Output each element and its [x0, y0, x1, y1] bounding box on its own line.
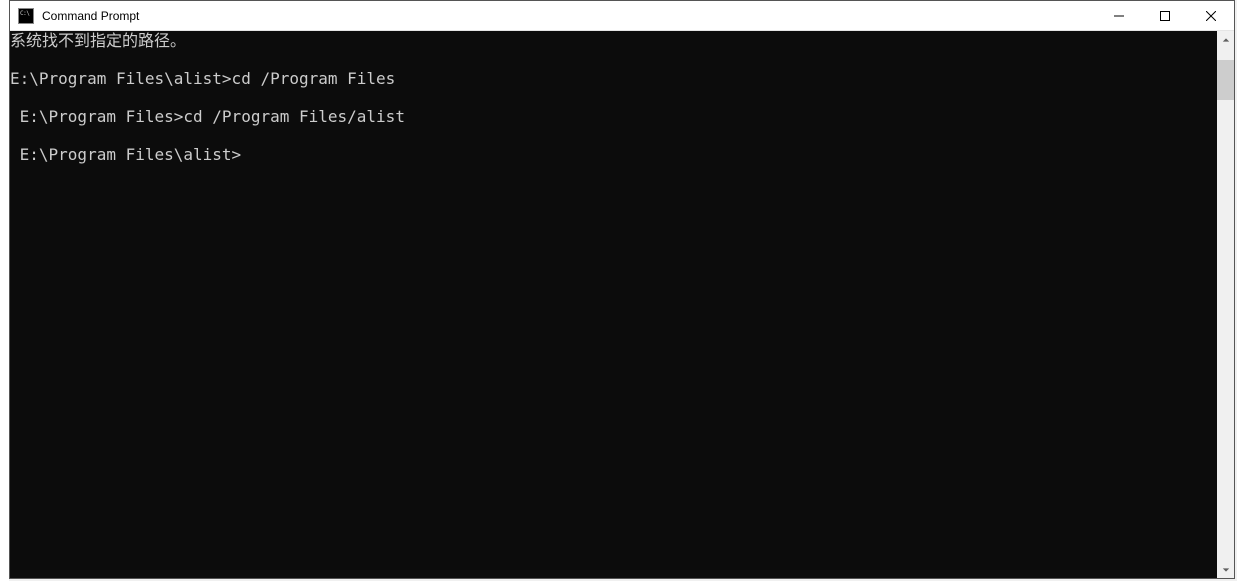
- close-button[interactable]: [1188, 1, 1234, 30]
- window-title: Command Prompt: [40, 9, 1096, 23]
- command-prompt-window: Command Prompt 系统找不到指定的路径。 E:\Program Fi…: [9, 0, 1235, 579]
- terminal-output[interactable]: 系统找不到指定的路径。 E:\Program Files\alist>cd /P…: [10, 31, 1217, 578]
- terminal-line: [10, 50, 1217, 69]
- terminal-line: [10, 126, 1217, 145]
- scroll-up-arrow-icon[interactable]: [1217, 31, 1234, 48]
- scroll-thumb[interactable]: [1217, 60, 1234, 100]
- titlebar[interactable]: Command Prompt: [10, 1, 1234, 31]
- terminal-line: E:\Program Files\alist>cd /Program Files: [10, 69, 1217, 88]
- terminal-line: 系统找不到指定的路径。: [10, 31, 1217, 50]
- cmd-icon: [18, 8, 34, 24]
- terminal-line: [10, 88, 1217, 107]
- terminal-line: E:\Program Files\alist>: [10, 145, 1217, 164]
- scroll-down-arrow-icon[interactable]: [1217, 561, 1234, 578]
- terminal-line: [10, 164, 1217, 183]
- vertical-scrollbar[interactable]: [1217, 31, 1234, 578]
- minimize-button[interactable]: [1096, 1, 1142, 30]
- maximize-button[interactable]: [1142, 1, 1188, 30]
- scroll-track[interactable]: [1217, 48, 1234, 561]
- terminal-wrapper: 系统找不到指定的路径。 E:\Program Files\alist>cd /P…: [10, 31, 1234, 578]
- terminal-line: E:\Program Files>cd /Program Files/alist: [10, 107, 1217, 126]
- window-controls: [1096, 1, 1234, 30]
